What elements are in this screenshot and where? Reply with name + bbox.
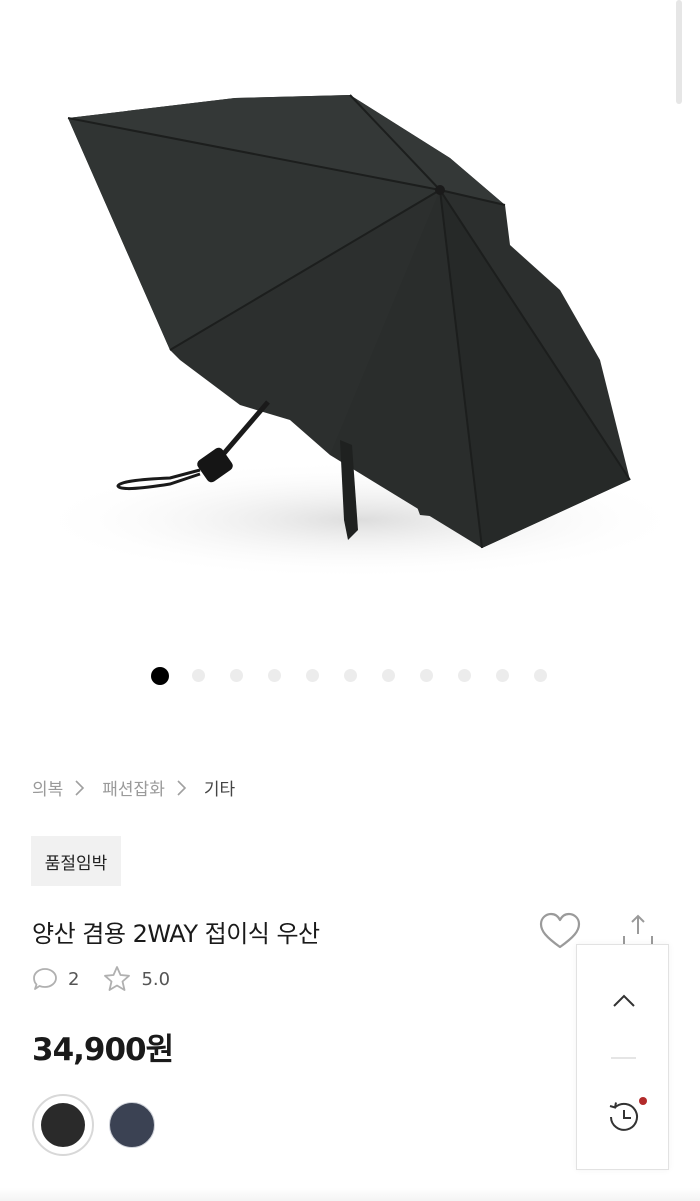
breadcrumb-item[interactable]: 의복 [32,775,63,800]
recent-history-button[interactable] [577,1089,670,1145]
carousel-dots [0,664,700,685]
breadcrumb-item[interactable]: 기타 [204,775,235,800]
carousel-dot[interactable] [534,669,547,682]
review-count[interactable]: 2 [68,969,79,990]
carousel-dot[interactable] [230,669,243,682]
bottom-edge [0,1188,700,1201]
scrollbar[interactable] [676,0,682,104]
breadcrumb-item[interactable]: 패션잡화 [102,775,165,800]
share-icon [623,914,653,947]
carousel-dot[interactable] [458,669,471,682]
carousel-dot[interactable] [151,667,169,685]
history-icon [609,1102,638,1131]
status-badge: 품절임박 [31,836,121,886]
product-title: 양산 겸용 2WAY 접이식 우산 [32,920,320,948]
notification-dot [639,1097,647,1105]
swatch-fill [41,1103,85,1147]
comment-icon [33,968,57,990]
share-button[interactable] [620,914,656,948]
product-price: 34,900원 [32,1032,174,1068]
color-swatch-black[interactable] [32,1094,94,1156]
carousel-dot[interactable] [306,669,319,682]
divider [611,1057,636,1059]
color-swatch-navy[interactable] [109,1102,155,1148]
carousel-dot[interactable] [382,669,395,682]
star-icon [104,966,131,991]
rating-value: 5.0 [141,968,171,990]
chevron-right-icon [75,779,85,796]
breadcrumb: 의복 패션잡화 기타 [32,775,235,800]
scroll-top-button[interactable] [577,973,670,1029]
umbrella-image [30,94,690,580]
product-image[interactable] [0,0,700,640]
chevron-up-icon [612,994,635,1007]
carousel-dot[interactable] [268,669,281,682]
floating-menu [576,944,669,1170]
carousel-dot[interactable] [420,669,433,682]
chevron-right-icon [177,779,186,796]
review-meta: 2 5.0 [32,965,194,993]
carousel-dot[interactable] [496,669,509,682]
carousel-dot[interactable] [192,669,205,682]
carousel-dot[interactable] [344,669,357,682]
